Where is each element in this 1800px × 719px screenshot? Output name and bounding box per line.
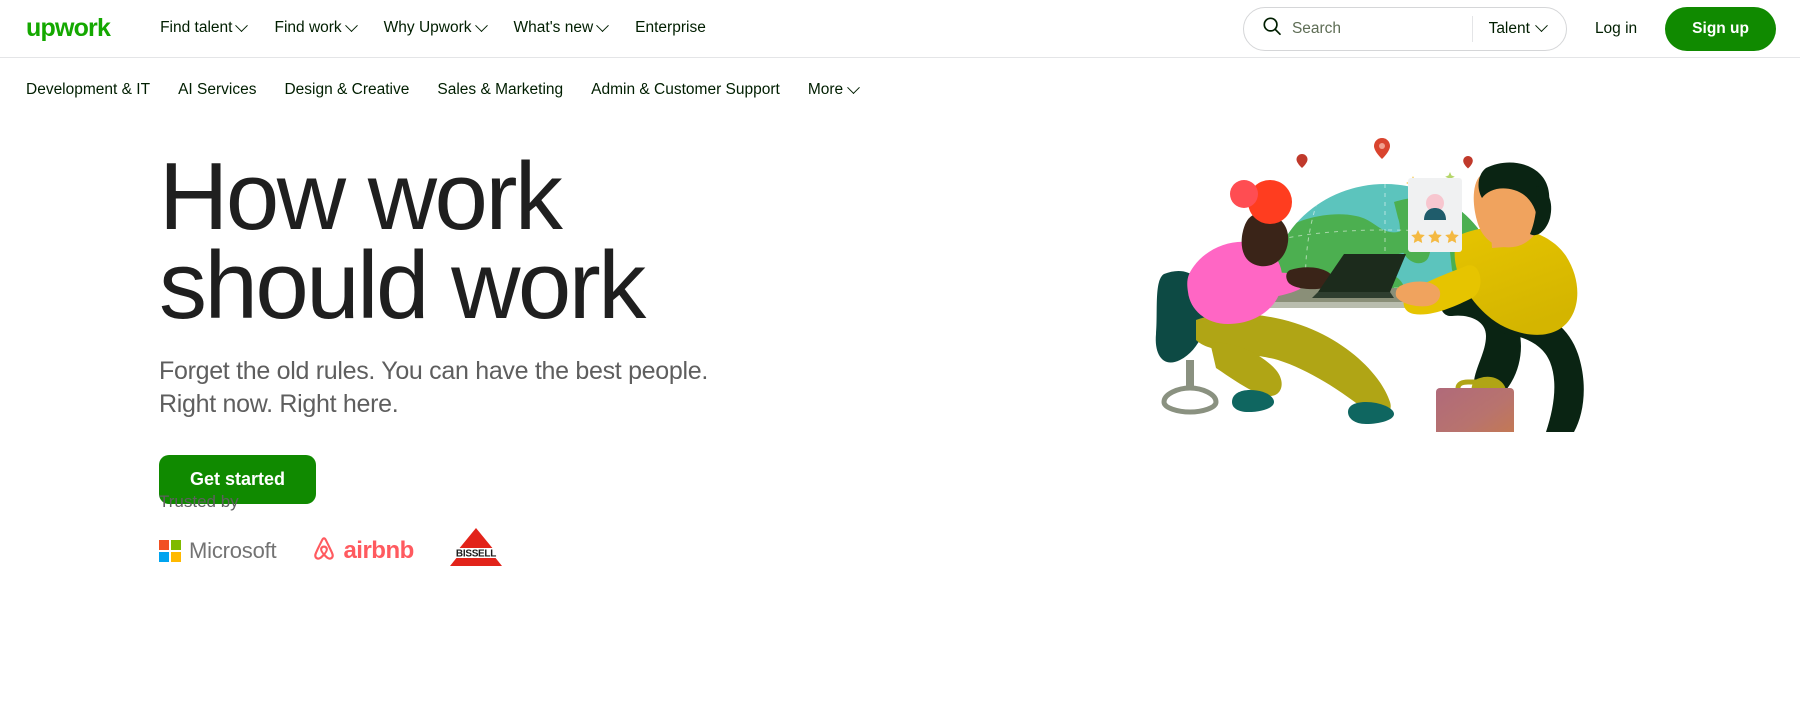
map-pin-icon bbox=[1374, 138, 1390, 159]
category-item-development-it[interactable]: Development & IT bbox=[26, 75, 164, 105]
category-item-label: Development & IT bbox=[26, 81, 151, 98]
category-nav: Development & IT AI Services Design & Cr… bbox=[0, 58, 1800, 122]
chevron-down-icon bbox=[1535, 19, 1548, 33]
chevron-down-icon bbox=[344, 19, 358, 33]
log-in-link[interactable]: Log in bbox=[1579, 12, 1653, 46]
category-item-design-creative[interactable]: Design & Creative bbox=[270, 75, 423, 105]
chevron-down-icon bbox=[847, 80, 861, 94]
category-item-label: AI Services bbox=[178, 81, 257, 98]
category-item-label: More bbox=[807, 81, 844, 98]
microsoft-logo: Microsoft bbox=[159, 538, 277, 564]
nav-item-label: Find work bbox=[274, 19, 342, 37]
bissell-wordmark: BISSELL bbox=[456, 549, 496, 560]
nav-item-find-work[interactable]: Find work bbox=[260, 13, 369, 44]
microsoft-wordmark: Microsoft bbox=[189, 538, 277, 563]
airbnb-belo-icon bbox=[310, 534, 338, 569]
search-icon bbox=[1262, 16, 1282, 41]
search-input[interactable] bbox=[1291, 19, 1466, 38]
desk-graphic bbox=[1258, 288, 1558, 308]
category-item-label: Sales & Marketing bbox=[437, 81, 564, 98]
hero-section: How work should work Forget the old rule… bbox=[0, 122, 1800, 719]
star-rating-icons bbox=[1411, 230, 1459, 243]
search-scope-label: Talent bbox=[1488, 19, 1530, 37]
nav-item-label: Find talent bbox=[160, 19, 233, 37]
nav-item-label: What's new bbox=[513, 19, 594, 37]
bissell-triangle-icon: BISSELL bbox=[449, 528, 502, 566]
search-scope-dropdown[interactable]: Talent bbox=[1475, 12, 1562, 46]
map-pin-icon bbox=[1296, 154, 1308, 168]
page-title: How work should work bbox=[159, 143, 646, 340]
chevron-down-icon bbox=[474, 19, 488, 33]
laptop-graphic bbox=[1312, 254, 1406, 298]
category-item-more[interactable]: More bbox=[794, 75, 872, 105]
search-box[interactable]: Talent bbox=[1242, 6, 1567, 51]
top-header: upwork Find talent Find work Why Upwork … bbox=[0, 0, 1800, 58]
hero-subtitle: Forget the old rules. You can have the b… bbox=[159, 356, 708, 419]
map-pin-icon bbox=[1463, 156, 1473, 169]
nav-item-enterprise[interactable]: Enterprise bbox=[621, 13, 720, 44]
header-right-cluster: Talent Log in Sign up bbox=[1242, 6, 1776, 51]
trusted-logo-row: Microsoft airbnb BISSELL bbox=[159, 526, 504, 576]
category-item-ai-services[interactable]: AI Services bbox=[164, 75, 270, 105]
category-item-label: Design & Creative bbox=[284, 81, 410, 98]
microsoft-squares-icon bbox=[159, 540, 181, 562]
bissell-logo: BISSELL bbox=[448, 526, 504, 576]
nav-item-label: Why Upwork bbox=[383, 19, 472, 37]
upwork-logo[interactable]: upwork bbox=[26, 14, 111, 42]
nav-item-find-talent[interactable]: Find talent bbox=[146, 13, 260, 44]
category-item-label: Admin & Customer Support bbox=[591, 81, 780, 98]
nav-item-label: Enterprise bbox=[635, 19, 706, 37]
freelancer-profile-card bbox=[1408, 178, 1462, 252]
airbnb-logo: airbnb bbox=[310, 534, 414, 569]
primary-nav: Find talent Find work Why Upwork What's … bbox=[146, 13, 720, 44]
category-item-admin-customer-support[interactable]: Admin & Customer Support bbox=[577, 75, 794, 105]
sign-up-button[interactable]: Sign up bbox=[1665, 6, 1776, 51]
nav-item-why-upwork[interactable]: Why Upwork bbox=[370, 13, 500, 44]
chevron-down-icon bbox=[235, 19, 249, 33]
trusted-by-label: Trusted by bbox=[159, 492, 239, 511]
search-divider bbox=[1471, 15, 1473, 42]
category-item-sales-marketing[interactable]: Sales & Marketing bbox=[423, 75, 577, 105]
chevron-down-icon bbox=[596, 19, 610, 33]
nav-item-whats-new[interactable]: What's new bbox=[500, 13, 622, 44]
trusted-by-section: Trusted by Microsoft airbnb BISSELL bbox=[159, 492, 504, 576]
airbnb-wordmark: airbnb bbox=[343, 537, 414, 564]
upwork-logo-text: upwork bbox=[26, 14, 111, 42]
